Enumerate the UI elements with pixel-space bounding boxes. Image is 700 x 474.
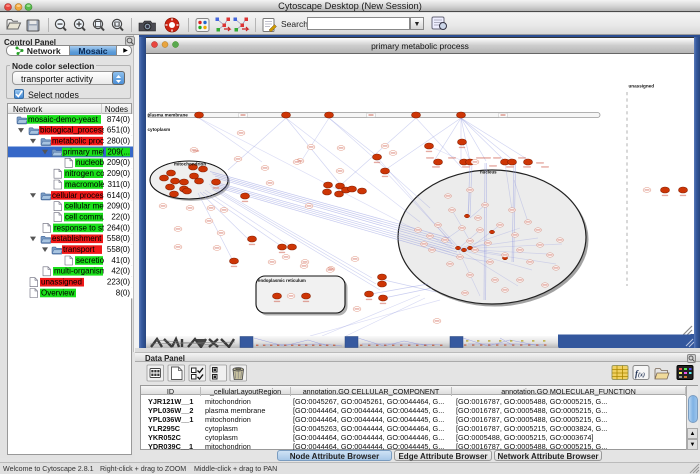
svg-text:264(0): 264(0) — [107, 223, 130, 232]
svg-text:311(0): 311(0) — [107, 180, 130, 189]
svg-text:Overview: Overview — [41, 288, 75, 297]
svg-text:651(0): 651(0) — [107, 126, 130, 135]
svg-text:558(0): 558(0) — [107, 245, 130, 254]
svg-text:42(0): 42(0) — [111, 267, 130, 276]
svg-text:unassigned: unassigned — [629, 84, 655, 89]
svg-text:endoplasmic reticulum: endoplasmic reticulum — [258, 278, 306, 283]
svg-text:nucleus: nucleus — [480, 170, 497, 175]
svg-text:cellular process: cellular process — [52, 191, 108, 200]
svg-text:biological_process: biological_process — [40, 126, 106, 135]
svg-text:cytoplasm: cytoplasm — [148, 127, 171, 132]
svg-text:8(0): 8(0) — [116, 288, 131, 297]
svg-text:secretion: secretion — [76, 256, 108, 265]
svg-text:558(0): 558(0) — [107, 234, 130, 243]
svg-text:209(0): 209(0) — [107, 169, 130, 178]
svg-text:209(0): 209(0) — [107, 202, 130, 211]
svg-text:874(0): 874(0) — [107, 115, 130, 124]
svg-text:transport: transport — [63, 245, 95, 254]
svg-text:280(0): 280(0) — [107, 137, 130, 146]
svg-text:209(0): 209(0) — [107, 158, 130, 167]
svg-text:22(0): 22(0) — [111, 213, 130, 222]
svg-text:mosaic-demo-yeast: mosaic-demo-yeast — [28, 115, 99, 124]
svg-text:mitochondrion: mitochondrion — [174, 162, 206, 167]
svg-text:209(...: 209(... — [107, 147, 130, 156]
svg-text:unassigned: unassigned — [41, 278, 82, 287]
svg-text:614(0): 614(0) — [107, 191, 130, 200]
svg-text:1:1: 1:1 — [115, 23, 120, 27]
svg-text:223(0): 223(0) — [107, 278, 130, 287]
svg-text:plasma membrane: plasma membrane — [148, 112, 189, 117]
svg-text:41(0): 41(0) — [111, 256, 130, 265]
